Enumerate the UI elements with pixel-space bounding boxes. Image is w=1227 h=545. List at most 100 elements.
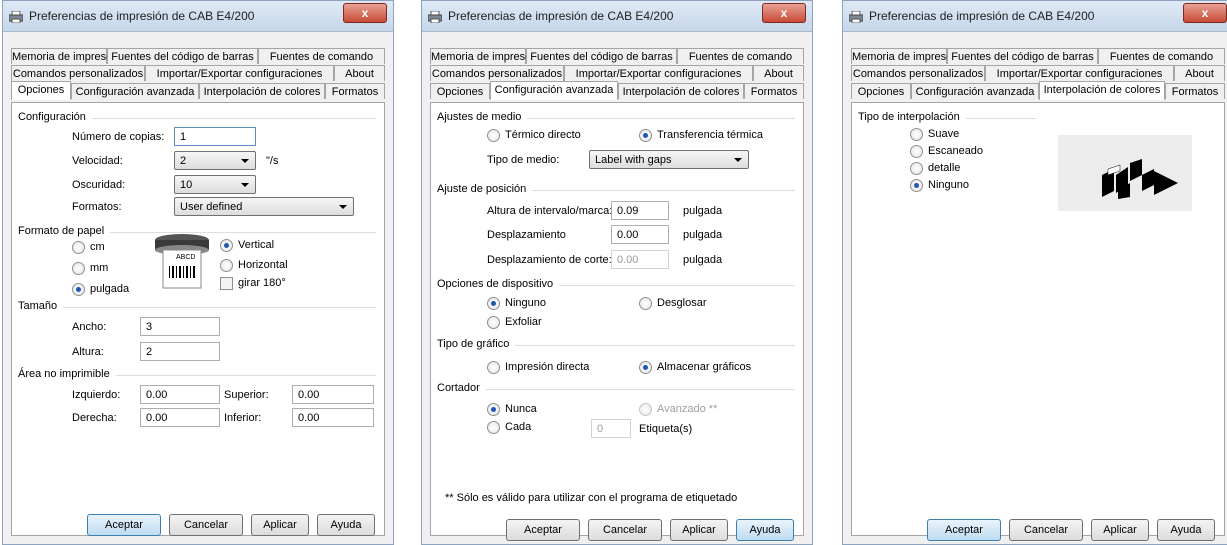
bottom-input[interactable]: 0.00	[292, 408, 374, 427]
group-media: Ajustes de medio	[437, 111, 795, 123]
ok-button[interactable]: Aceptar	[87, 514, 161, 536]
radio-scanned[interactable]	[910, 145, 923, 158]
radio-cut-advanced[interactable]	[639, 403, 652, 416]
tab-comandos[interactable]: Comandos personalizados	[430, 65, 564, 81]
tab-comandos[interactable]: Comandos personalizados	[11, 65, 145, 81]
tab-interpolacion[interactable]: Interpolación de colores	[618, 83, 744, 99]
tab-formatos[interactable]: Formatos	[325, 83, 385, 99]
tab-about[interactable]: About	[1174, 65, 1225, 81]
radio-device-none[interactable]	[487, 297, 500, 310]
offset-input[interactable]: 0.00	[611, 225, 669, 244]
left-input[interactable]: 0.00	[140, 385, 220, 404]
darkness-select[interactable]: 10	[174, 175, 256, 194]
label-pulgada: pulgada	[90, 283, 130, 295]
radio-pulgada[interactable]	[72, 283, 85, 296]
tab-fuentes-comando[interactable]: Fuentes de comando	[677, 48, 804, 64]
apply-button[interactable]: Aplicar	[670, 519, 728, 541]
tab-fuentes-barras[interactable]: Fuentes del código de barras	[107, 48, 258, 64]
group-label: Tamaño	[18, 300, 64, 312]
tab-fuentes-comando[interactable]: Fuentes de comando	[258, 48, 385, 64]
cancel-button[interactable]: Cancelar	[1009, 519, 1083, 541]
ok-button[interactable]: Aceptar	[506, 519, 580, 541]
radio-direct-print[interactable]	[487, 361, 500, 374]
formats-select[interactable]: User defined	[174, 197, 354, 216]
gap-input[interactable]: 0.09	[611, 201, 669, 220]
tab-opciones[interactable]: Opciones	[851, 83, 911, 99]
tab-fuentes-comando[interactable]: Fuentes de comando	[1098, 48, 1225, 64]
radio-smooth[interactable]	[910, 128, 923, 141]
copies-input[interactable]: 1	[174, 127, 256, 146]
tab-comandos[interactable]: Comandos personalizados	[851, 65, 985, 81]
title-bar: Preferencias de impresión de CAB E4/200 …	[422, 1, 812, 32]
width-input[interactable]: 3	[140, 317, 220, 336]
tab-row-3: Opciones Configuración avanzada Interpol…	[851, 81, 1225, 100]
radio-direct-thermal[interactable]	[487, 129, 500, 142]
width-label: Ancho:	[72, 321, 107, 333]
ok-button[interactable]: Aceptar	[927, 519, 1001, 541]
tab-fuentes-barras[interactable]: Fuentes del código de barras	[947, 48, 1098, 64]
tab-formatos[interactable]: Formatos	[1165, 83, 1225, 99]
tab-fuentes-barras[interactable]: Fuentes del código de barras	[526, 48, 677, 64]
chevron-down-icon	[241, 159, 249, 163]
cut-offset-input[interactable]: 0.00	[611, 250, 669, 269]
tab-memoria[interactable]: Memoria de impresora	[430, 48, 541, 64]
tab-memoria[interactable]: Memoria de impresora	[11, 48, 122, 64]
radio-cut-never[interactable]	[487, 403, 500, 416]
height-input[interactable]: 2	[140, 342, 220, 361]
tab-interpolacion[interactable]: Interpolación de colores	[199, 83, 325, 99]
tab-importar[interactable]: Importar/Exportar configuraciones	[985, 65, 1174, 81]
tab-row-1: Memoria de impresora Fuentes del código …	[11, 48, 385, 65]
top-input[interactable]: 0.00	[292, 385, 374, 404]
group-label: Tipo de interpolación	[858, 111, 966, 123]
checkbox-rotate[interactable]	[220, 277, 233, 290]
label-tear-off: Desglosar	[657, 297, 707, 309]
radio-none[interactable]	[910, 179, 923, 192]
tab-configuracion-avanzada[interactable]: Configuración avanzada	[71, 83, 199, 99]
tab-importar[interactable]: Importar/Exportar configuraciones	[564, 65, 753, 81]
radio-vertical[interactable]	[220, 239, 233, 252]
tab-interpolacion[interactable]: Interpolación de colores	[1039, 81, 1165, 100]
tab-row-1: Memoria de impresora Fuentes del código …	[851, 48, 1225, 65]
tab-opciones[interactable]: Opciones	[430, 83, 490, 99]
media-type-select[interactable]: Label with gaps	[589, 150, 749, 169]
apply-button[interactable]: Aplicar	[1091, 519, 1149, 541]
tab-configuracion-avanzada[interactable]: Configuración avanzada	[911, 83, 1039, 99]
tab-formatos[interactable]: Formatos	[744, 83, 804, 99]
help-button[interactable]: Ayuda	[317, 514, 375, 536]
close-button[interactable]: x	[343, 3, 387, 23]
cut-offset-unit: pulgada	[683, 254, 723, 266]
group-cutter: Cortador	[437, 382, 795, 394]
options-panel: Configuración Número de copias: 1 Veloci…	[11, 102, 385, 536]
help-button[interactable]: Ayuda	[736, 519, 794, 541]
radio-mm[interactable]	[72, 262, 85, 275]
cancel-button[interactable]: Cancelar	[588, 519, 662, 541]
radio-detail[interactable]	[910, 162, 923, 175]
tab-configuracion-avanzada[interactable]: Configuración avanzada	[490, 81, 618, 100]
cut-each-input[interactable]: 0	[591, 419, 631, 438]
radio-cut-each[interactable]	[487, 421, 500, 434]
radio-thermal-transfer[interactable]	[639, 129, 652, 142]
tab-about[interactable]: About	[334, 65, 385, 81]
radio-cm[interactable]	[72, 241, 85, 254]
radio-tear-off[interactable]	[639, 297, 652, 310]
close-button[interactable]: x	[762, 3, 806, 23]
radio-peel[interactable]	[487, 316, 500, 329]
tab-opciones[interactable]: Opciones	[11, 81, 71, 100]
apply-button[interactable]: Aplicar	[251, 514, 309, 536]
speed-select[interactable]: 2	[174, 151, 256, 170]
printer-icon	[428, 11, 442, 23]
tab-importar[interactable]: Importar/Exportar configuraciones	[145, 65, 334, 81]
group-label: Configuración	[18, 111, 92, 123]
gap-unit: pulgada	[683, 205, 723, 217]
chevron-down-icon	[734, 158, 742, 162]
radio-store-graphics[interactable]	[639, 361, 652, 374]
help-button[interactable]: Ayuda	[1157, 519, 1215, 541]
tab-about[interactable]: About	[753, 65, 804, 81]
tab-memoria[interactable]: Memoria de impresora	[851, 48, 962, 64]
right-input[interactable]: 0.00	[140, 408, 220, 427]
radio-horizontal[interactable]	[220, 259, 233, 272]
cancel-button[interactable]: Cancelar	[169, 514, 243, 536]
close-button[interactable]: x	[1183, 3, 1227, 23]
label-roll-image	[155, 234, 209, 289]
label-cut-advanced: Avanzado **	[657, 403, 718, 415]
